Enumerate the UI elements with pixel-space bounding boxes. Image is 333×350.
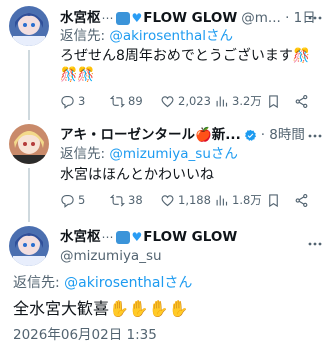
tweet-header: 水宮枢 ⋯ ♥ FLOW GLOW: [60, 228, 237, 246]
retweet-count: 89: [128, 94, 143, 108]
thread-line: [28, 168, 30, 222]
bookmark-icon: [269, 193, 278, 207]
more-icon[interactable]: [307, 236, 323, 252]
reply-to: 返信先: @mizumiya_suさん: [60, 146, 238, 162]
views-icon: [216, 195, 228, 205]
like-count: 1,188: [178, 193, 211, 207]
handle[interactable]: @mizumiya_su: [60, 247, 162, 265]
thread-line: [28, 50, 30, 120]
display-name-suffix: FLOW GLOW: [143, 229, 238, 245]
avatar[interactable]: [9, 124, 49, 164]
view-count: 3.2万: [232, 94, 262, 108]
tweet-header: アキ・ローゼンタール🍎新... · 8時間: [60, 126, 305, 144]
tweet-header: 水宮枢 ⋯ ♥ FLOW GLOW @m... · 1日: [60, 9, 316, 27]
retweet-icon: [110, 193, 125, 207]
share-button[interactable]: [294, 193, 314, 208]
display-name-suffix: FLOW GLOW: [143, 10, 238, 26]
reply-count: 5: [78, 193, 86, 207]
tweet-text: 全水宮大歓喜✋✋✋✋: [13, 299, 189, 318]
retweet-button[interactable]: 89: [110, 94, 160, 109]
ellipsis-emoji: ⋯: [101, 11, 114, 25]
ellipsis-emoji: ⋯: [101, 230, 114, 244]
blue-heart-icon: ♥: [131, 11, 143, 25]
display-name[interactable]: 水宮枢: [60, 228, 101, 246]
share-button[interactable]: [294, 94, 314, 109]
like-icon: [161, 95, 174, 107]
reply-count: 3: [78, 94, 86, 108]
reply-mention-link[interactable]: @akirosenthal: [64, 275, 164, 291]
view-count: 1.8万: [232, 193, 262, 207]
retweet-icon: [110, 94, 125, 108]
reply-to: 返信先: @akirosenthalさん: [60, 28, 233, 44]
like-icon: [161, 194, 174, 206]
reply-button[interactable]: 3: [60, 94, 110, 109]
reply-mention-link[interactable]: @akirosenthal: [109, 28, 206, 44]
more-icon[interactable]: [307, 128, 323, 144]
tweet-text: ろぜせん8周年おめでとうございます🎊🎊🎊: [60, 48, 311, 83]
reply-icon: [61, 95, 74, 109]
post-time[interactable]: · 8時間: [261, 126, 305, 144]
retweet-button[interactable]: 38: [110, 193, 160, 208]
repeat-emoji-icon: [115, 230, 130, 244]
like-button[interactable]: 2,023: [160, 94, 214, 109]
tweet-actions: 5 38 1,188 1.8万: [60, 192, 325, 208]
retweet-count: 38: [128, 193, 143, 207]
views-button[interactable]: 3.2万: [214, 93, 266, 109]
display-name[interactable]: アキ・ローゼンタール🍎新...: [60, 126, 241, 144]
share-icon: [295, 94, 308, 108]
verified-badge-icon: [244, 129, 256, 141]
share-icon: [295, 193, 308, 207]
reply-mention-link[interactable]: @mizumiya_su: [109, 146, 211, 162]
like-button[interactable]: 1,188: [160, 193, 214, 208]
like-count: 2,023: [178, 94, 211, 108]
bookmark-icon: [269, 94, 278, 108]
avatar[interactable]: [9, 226, 49, 266]
bookmark-button[interactable]: [266, 193, 294, 208]
views-button[interactable]: 1.8万: [214, 192, 266, 208]
bookmark-button[interactable]: [266, 94, 294, 109]
reply-icon: [61, 194, 74, 208]
blue-heart-icon: ♥: [131, 230, 143, 244]
more-icon[interactable]: [307, 10, 323, 26]
handle-time[interactable]: @m... · 1日: [241, 9, 316, 27]
tweet-actions: 3 89 2,023 3.2万: [60, 93, 325, 109]
repeat-emoji-icon: [115, 11, 130, 25]
display-name[interactable]: 水宮枢: [60, 9, 101, 27]
reply-to: 返信先: @akirosenthalさん: [13, 275, 193, 291]
tweet-text: 水宮はほんとかわいいね: [60, 167, 214, 183]
reply-button[interactable]: 5: [60, 193, 110, 208]
timestamp[interactable]: 2026年06月02日 1:35: [13, 326, 157, 344]
avatar[interactable]: [9, 6, 49, 46]
views-icon: [216, 96, 228, 106]
